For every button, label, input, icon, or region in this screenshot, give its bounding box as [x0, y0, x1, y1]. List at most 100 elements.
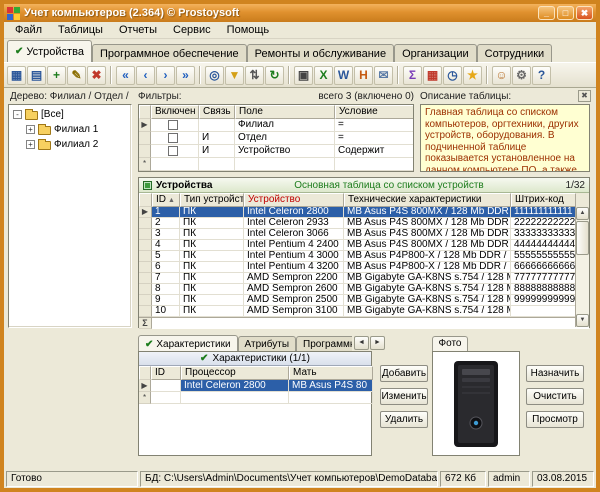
- assign-photo-button[interactable]: Назначить: [526, 365, 584, 382]
- char-col-3[interactable]: Мать: [289, 366, 373, 380]
- tree-node-2[interactable]: +Филиал 1: [9, 122, 131, 137]
- main-tab-2[interactable]: Программное обеспечение: [92, 44, 247, 62]
- tree-expander-icon[interactable]: +: [26, 125, 35, 134]
- sum-icon[interactable]: Σ: [403, 66, 422, 85]
- minimize-button[interactable]: _: [538, 6, 555, 20]
- devices-col-5[interactable]: Штрих-код: [511, 193, 576, 207]
- filter-icon[interactable]: ▼: [225, 66, 244, 85]
- devices-col-4[interactable]: Технические характеристики: [344, 193, 511, 207]
- filter-link-cell[interactable]: И: [199, 145, 235, 158]
- device-row-8[interactable]: 8ПКAMD Sempron 2600MB Gigabyte GA-K8NS s…: [139, 284, 589, 295]
- menu-item-5[interactable]: Помощь: [220, 23, 277, 37]
- filters-col-3[interactable]: Поле: [235, 105, 335, 119]
- char-col-2[interactable]: Процессор: [181, 366, 289, 380]
- close-description-icon[interactable]: ✖: [578, 90, 591, 102]
- filter-link-cell[interactable]: [199, 119, 235, 132]
- devices-col-2[interactable]: Тип устройства: [180, 193, 244, 207]
- email-icon[interactable]: ✉: [374, 66, 393, 85]
- clear-photo-button[interactable]: Очистить: [526, 388, 584, 405]
- detail-tab-3[interactable]: Программное обеспечение: [296, 336, 352, 351]
- tree-expander-icon[interactable]: -: [13, 110, 22, 119]
- clock-icon[interactable]: ◷: [443, 66, 462, 85]
- device-row-7[interactable]: 7ПКAMD Sempron 2200MB Gigabyte GA-K8NS s…: [139, 273, 589, 284]
- filter-field-cell[interactable]: Устройство: [235, 145, 335, 158]
- filter-enabled-cell[interactable]: [151, 119, 199, 132]
- filter-field-cell[interactable]: Филиал: [235, 119, 335, 132]
- device-row-3[interactable]: 3ПКIntel Celeron 3066MB Asus P4S 800MX /…: [139, 229, 589, 240]
- main-tab-4[interactable]: Организации: [394, 44, 477, 62]
- title-bar[interactable]: Учет компьютеров (2.364) © Prostoysoft _…: [4, 4, 596, 22]
- main-tab-5[interactable]: Сотрудники: [477, 44, 553, 62]
- scroll-down-icon[interactable]: ▼: [576, 314, 589, 327]
- filter-condition-cell[interactable]: =: [335, 119, 414, 132]
- filters-col-1[interactable]: Включен: [151, 105, 199, 119]
- char-row-1[interactable]: ▶Intel Celeron 2800MB Asus P4S 80: [139, 380, 371, 392]
- filter-condition-cell[interactable]: Содержит: [335, 145, 414, 158]
- device-row-10[interactable]: 10ПКAMD Sempron 3100MB Gigabyte GA-K8NS …: [139, 306, 589, 317]
- detail-tab-1[interactable]: ✔Характеристики: [138, 335, 238, 351]
- refresh-icon[interactable]: ↻: [265, 66, 284, 85]
- first-record-icon[interactable]: «: [116, 66, 135, 85]
- devices-col-3[interactable]: Устройство: [244, 193, 344, 207]
- device-row-9[interactable]: 9ПКAMD Sempron 2500MB Gigabyte GA-K8NS s…: [139, 295, 589, 306]
- filters-col-4[interactable]: Условие: [335, 105, 414, 119]
- filter-new-row[interactable]: *: [139, 158, 413, 171]
- filter-condition-cell[interactable]: =: [335, 132, 414, 145]
- devices-scrollbar[interactable]: ▲ ▼: [575, 207, 589, 327]
- last-record-icon[interactable]: »: [176, 66, 195, 85]
- scrollbar-thumb[interactable]: [576, 221, 589, 255]
- tab-scroll-left-icon[interactable]: ◄: [354, 336, 369, 350]
- filter-link-cell[interactable]: И: [199, 132, 235, 145]
- devices-col-1[interactable]: ID▲: [152, 193, 180, 207]
- settings-icon[interactable]: ⚙: [512, 66, 531, 85]
- tree-node-1[interactable]: -[Все]: [9, 107, 131, 122]
- export-word-icon[interactable]: W: [334, 66, 353, 85]
- filter-enabled-cell[interactable]: [151, 145, 199, 158]
- checkbox-icon[interactable]: [168, 133, 178, 143]
- table-view-icon[interactable]: ▦: [7, 66, 26, 85]
- export-excel-icon[interactable]: X: [314, 66, 333, 85]
- calendar-icon[interactable]: ▦: [423, 66, 442, 85]
- char-col-1[interactable]: ID: [151, 366, 181, 380]
- filter-row-3[interactable]: ИУстройствоСодержит: [139, 145, 413, 158]
- tab-photo[interactable]: Фото: [432, 336, 468, 351]
- device-row-5[interactable]: 5ПКIntel Pentium 4 3000MB Asus P4P800-X …: [139, 251, 589, 262]
- export-html-icon[interactable]: H: [354, 66, 373, 85]
- menu-item-4[interactable]: Сервис: [166, 23, 218, 37]
- device-row-1[interactable]: ▶1ПКIntel Celeron 2800MB Asus P4S 800MX …: [139, 207, 589, 218]
- filter-field-cell[interactable]: Отдел: [235, 132, 335, 145]
- checkbox-icon[interactable]: [168, 120, 178, 130]
- edit-record-icon[interactable]: ✎: [67, 66, 86, 85]
- tree-expander-icon[interactable]: +: [26, 140, 35, 149]
- tab-scroll-right-icon[interactable]: ►: [370, 336, 385, 350]
- add-button[interactable]: Добавить: [380, 365, 428, 382]
- main-tab-1[interactable]: ✔Устройства: [7, 40, 92, 62]
- delete-record-icon[interactable]: ✖: [87, 66, 106, 85]
- delete-button[interactable]: Удалить: [380, 411, 428, 428]
- sort-icon[interactable]: ⇅: [245, 66, 264, 85]
- menu-item-1[interactable]: Файл: [8, 23, 49, 37]
- menu-item-2[interactable]: Таблицы: [51, 23, 110, 37]
- users-icon[interactable]: ☺: [492, 66, 511, 85]
- filter-enabled-cell[interactable]: [151, 132, 199, 145]
- view-photo-button[interactable]: Просмотр: [526, 411, 584, 428]
- filter-row-1[interactable]: ▶Филиал=: [139, 119, 413, 132]
- tree-node-3[interactable]: +Филиал 2: [9, 137, 131, 152]
- close-button[interactable]: ✖: [576, 6, 593, 20]
- maximize-button[interactable]: □: [557, 6, 574, 20]
- device-row-2[interactable]: 2ПКIntel Celeron 2933MB Asus P4S 800MX /…: [139, 218, 589, 229]
- edit-button[interactable]: Изменить: [380, 388, 428, 405]
- star-icon[interactable]: ★: [463, 66, 482, 85]
- device-row-4[interactable]: 4ПКIntel Pentium 4 2400MB Asus P4S 800MX…: [139, 240, 589, 251]
- main-tab-3[interactable]: Ремонты и обслуживание: [247, 44, 394, 62]
- checkbox-icon[interactable]: [168, 146, 178, 156]
- menu-item-3[interactable]: Отчеты: [112, 23, 164, 37]
- char-new-row[interactable]: *: [139, 392, 371, 404]
- add-record-icon[interactable]: +: [47, 66, 66, 85]
- filters-col-2[interactable]: Связь: [199, 105, 235, 119]
- search-icon[interactable]: ◎: [205, 66, 224, 85]
- prev-record-icon[interactable]: ‹: [136, 66, 155, 85]
- filter-row-2[interactable]: ИОтдел=: [139, 132, 413, 145]
- print-icon[interactable]: ▣: [294, 66, 313, 85]
- next-record-icon[interactable]: ›: [156, 66, 175, 85]
